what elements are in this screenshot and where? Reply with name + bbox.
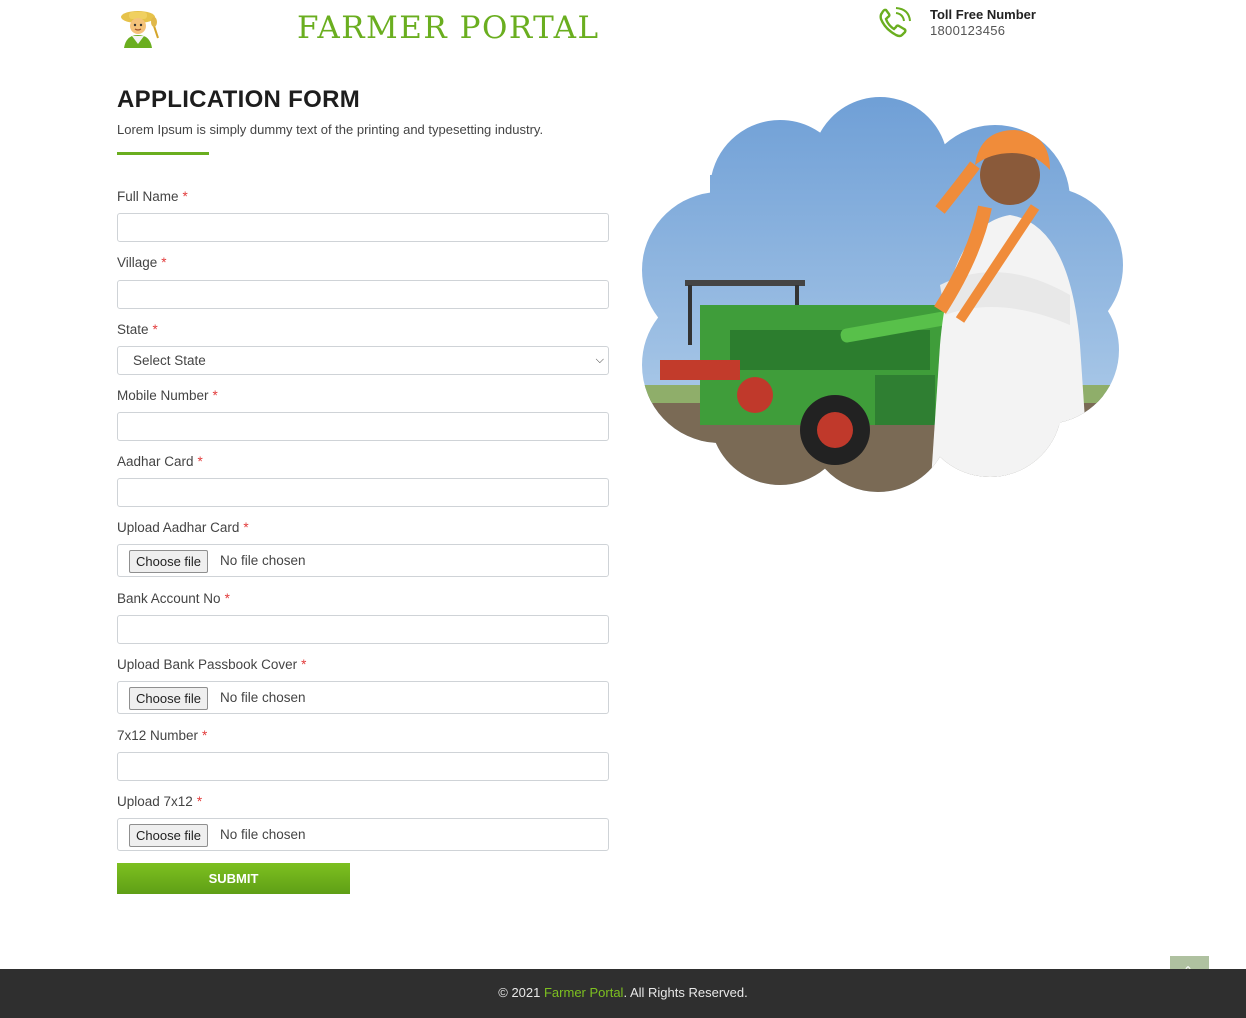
full-name-label: Full Name * [117,189,188,204]
number-7x12-input[interactable] [117,752,609,781]
toll-free-info: Toll Free Number 1800123456 [930,7,1036,39]
file-status: No file chosen [220,690,306,705]
footer-copyright-suffix: . All Rights Reserved. [623,985,748,1000]
farmer-logo-icon[interactable] [116,8,164,48]
footer-brand-link[interactable]: Farmer Portal [544,985,623,1000]
form-subtitle: Lorem Ipsum is simply dummy text of the … [117,122,544,137]
hero-farmer-image [640,95,1125,495]
upload-aadhar-file-input[interactable]: Choose file No file chosen [117,544,609,577]
footer: © 2021 Farmer Portal. All Rights Reserve… [0,969,1246,1018]
aadhar-input[interactable] [117,478,609,507]
mobile-label: Mobile Number * [117,388,218,403]
upload-7x12-file-input[interactable]: Choose file No file chosen [117,818,609,851]
toll-free-label: Toll Free Number [930,7,1036,22]
choose-file-button[interactable]: Choose file [129,550,209,573]
village-input[interactable] [117,280,609,309]
bank-account-label: Bank Account No * [117,591,230,606]
form-title: APPLICATION FORM [117,86,361,113]
number-7x12-label: 7x12 Number * [117,728,208,743]
upload-passbook-label: Upload Bank Passbook Cover * [117,657,307,672]
toll-free-number[interactable]: 1800123456 [930,23,1036,39]
aadhar-label: Aadhar Card * [117,454,203,469]
upload-passbook-file-input[interactable]: Choose file No file chosen [117,681,609,714]
title-underline [117,152,209,155]
footer-copyright-prefix: © 2021 [498,985,544,1000]
file-status: No file chosen [220,553,306,568]
chevron-down-icon: ⌵ [595,354,604,366]
mobile-input[interactable] [117,412,609,441]
state-select[interactable]: Select State ⌵ [117,346,609,375]
bank-account-input[interactable] [117,615,609,644]
site-brand-title[interactable]: FARMER PORTAL [297,10,600,46]
phone-icon [876,7,914,41]
upload-7x12-label: Upload 7x12 * [117,794,203,809]
choose-file-button[interactable]: Choose file [129,824,209,847]
full-name-input[interactable] [117,213,609,242]
submit-button[interactable]: SUBMIT [117,863,350,894]
village-label: Village * [117,255,167,270]
file-status: No file chosen [220,827,306,842]
choose-file-button[interactable]: Choose file [129,687,209,710]
upload-aadhar-label: Upload Aadhar Card * [117,520,249,535]
state-label: State * [117,322,158,337]
state-selected-value: Select State [133,353,206,368]
